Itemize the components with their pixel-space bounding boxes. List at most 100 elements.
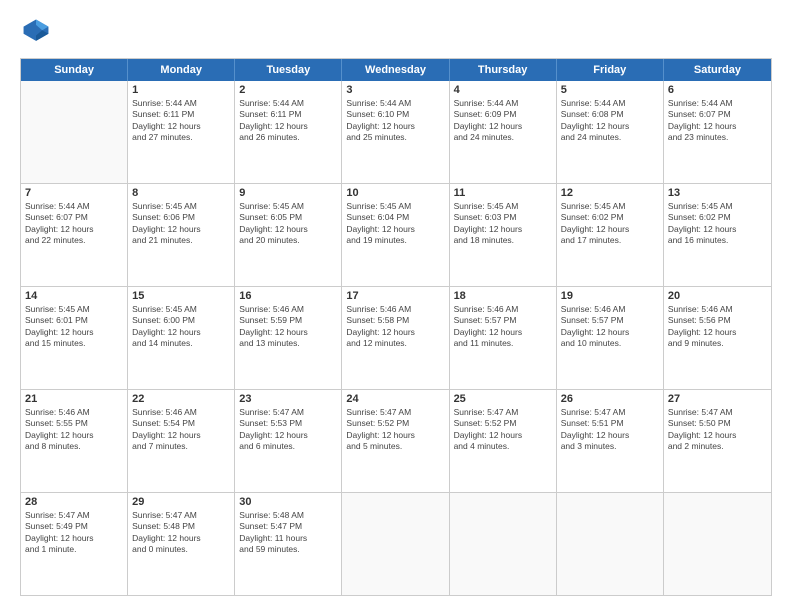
day-number: 20 [668, 290, 767, 302]
day-number: 14 [25, 290, 123, 302]
day-number: 30 [239, 496, 337, 508]
day-number: 4 [454, 84, 552, 96]
day-info: Sunrise: 5:47 AM Sunset: 5:48 PM Dayligh… [132, 510, 230, 556]
day-number: 23 [239, 393, 337, 405]
calendar-cell: 10 Sunrise: 5:45 AM Sunset: 6:04 PM Dayli… [342, 184, 449, 286]
day-info: Sunrise: 5:47 AM Sunset: 5:51 PM Dayligh… [561, 407, 659, 453]
header [20, 16, 772, 48]
calendar-week-row: 21Sunrise: 5:46 AM Sunset: 5:55 PM Dayli… [21, 389, 771, 492]
calendar-header: SundayMondayTuesdayWednesdayThursdayFrid… [21, 59, 771, 81]
day-number: 26 [561, 393, 659, 405]
day-info: Sunrise: 5:44 AM Sunset: 6:07 PM Dayligh… [668, 98, 767, 144]
day-info: Sunrise: 5:47 AM Sunset: 5:50 PM Dayligh… [668, 407, 767, 453]
calendar-cell: 7Sunrise: 5:44 AM Sunset: 6:07 PM Daylig… [21, 184, 128, 286]
day-number: 3 [346, 84, 444, 96]
calendar-cell: 3 Sunrise: 5:44 AM Sunset: 6:10 PM Daylig… [342, 81, 449, 183]
calendar-cell: 18 Sunrise: 5:46 AM Sunset: 5:57 PM Dayli… [450, 287, 557, 389]
day-info: Sunrise: 5:47 AM Sunset: 5:53 PM Dayligh… [239, 407, 337, 453]
calendar-cell: 15 Sunrise: 5:45 AM Sunset: 6:00 PM Dayli… [128, 287, 235, 389]
calendar-cell [21, 81, 128, 183]
day-info: Sunrise: 5:47 AM Sunset: 5:52 PM Dayligh… [454, 407, 552, 453]
calendar-day-header: Wednesday [342, 59, 449, 81]
day-number: 13 [668, 187, 767, 199]
calendar-cell: 23 Sunrise: 5:47 AM Sunset: 5:53 PM Dayli… [235, 390, 342, 492]
calendar-cell: 28 Sunrise: 5:47 AM Sunset: 5:49 PM Dayli… [21, 493, 128, 595]
day-info: Sunrise: 5:45 AM Sunset: 6:06 PM Dayligh… [132, 201, 230, 247]
day-info: Sunrise: 5:46 AM Sunset: 5:57 PM Dayligh… [561, 304, 659, 350]
calendar-cell [557, 493, 664, 595]
day-number: 18 [454, 290, 552, 302]
day-info: Sunrise: 5:48 AM Sunset: 5:47 PM Dayligh… [239, 510, 337, 556]
calendar-cell: 27 Sunrise: 5:47 AM Sunset: 5:50 PM Dayli… [664, 390, 771, 492]
day-number: 22 [132, 393, 230, 405]
calendar-day-header: Tuesday [235, 59, 342, 81]
day-number: 15 [132, 290, 230, 302]
logo [20, 16, 56, 48]
day-info: Sunrise: 5:46 AM Sunset: 5:59 PM Dayligh… [239, 304, 337, 350]
day-info: Sunrise: 5:44 AM Sunset: 6:08 PM Dayligh… [561, 98, 659, 144]
calendar-week-row: 14 Sunrise: 5:45 AM Sunset: 6:01 PM Dayli… [21, 286, 771, 389]
calendar-day-header: Thursday [450, 59, 557, 81]
calendar-week-row: 7Sunrise: 5:44 AM Sunset: 6:07 PM Daylig… [21, 183, 771, 286]
calendar-day-header: Saturday [664, 59, 771, 81]
day-info: Sunrise: 5:47 AM Sunset: 5:52 PM Dayligh… [346, 407, 444, 453]
day-number: 2 [239, 84, 337, 96]
calendar-cell: 8Sunrise: 5:45 AM Sunset: 6:06 PM Daylig… [128, 184, 235, 286]
day-info: Sunrise: 5:44 AM Sunset: 6:11 PM Dayligh… [239, 98, 337, 144]
day-number: 6 [668, 84, 767, 96]
calendar-body: 1 Sunrise: 5:44 AM Sunset: 6:11 PM Daylig… [21, 81, 771, 595]
calendar-day-header: Friday [557, 59, 664, 81]
calendar-cell: 4Sunrise: 5:44 AM Sunset: 6:09 PM Daylig… [450, 81, 557, 183]
calendar-day-header: Sunday [21, 59, 128, 81]
calendar-cell: 20 Sunrise: 5:46 AM Sunset: 5:56 PM Dayli… [664, 287, 771, 389]
day-info: Sunrise: 5:46 AM Sunset: 5:56 PM Dayligh… [668, 304, 767, 350]
calendar-cell: 9 Sunrise: 5:45 AM Sunset: 6:05 PM Daylig… [235, 184, 342, 286]
day-info: Sunrise: 5:45 AM Sunset: 6:01 PM Dayligh… [25, 304, 123, 350]
day-info: Sunrise: 5:47 AM Sunset: 5:49 PM Dayligh… [25, 510, 123, 556]
calendar-cell: 12 Sunrise: 5:45 AM Sunset: 6:02 PM Dayli… [557, 184, 664, 286]
calendar-cell: 2 Sunrise: 5:44 AM Sunset: 6:11 PM Daylig… [235, 81, 342, 183]
calendar-cell: 11 Sunrise: 5:45 AM Sunset: 6:03 PM Dayli… [450, 184, 557, 286]
day-info: Sunrise: 5:46 AM Sunset: 5:57 PM Dayligh… [454, 304, 552, 350]
calendar-cell: 5Sunrise: 5:44 AM Sunset: 6:08 PM Daylig… [557, 81, 664, 183]
day-info: Sunrise: 5:44 AM Sunset: 6:10 PM Dayligh… [346, 98, 444, 144]
calendar-cell: 13 Sunrise: 5:45 AM Sunset: 6:02 PM Dayli… [664, 184, 771, 286]
calendar-cell: 1 Sunrise: 5:44 AM Sunset: 6:11 PM Daylig… [128, 81, 235, 183]
calendar-cell: 19 Sunrise: 5:46 AM Sunset: 5:57 PM Dayli… [557, 287, 664, 389]
day-number: 16 [239, 290, 337, 302]
day-info: Sunrise: 5:45 AM Sunset: 6:04 PM Dayligh… [346, 201, 444, 247]
calendar-week-row: 1 Sunrise: 5:44 AM Sunset: 6:11 PM Daylig… [21, 81, 771, 183]
calendar-cell: 30 Sunrise: 5:48 AM Sunset: 5:47 PM Dayli… [235, 493, 342, 595]
calendar-cell: 6 Sunrise: 5:44 AM Sunset: 6:07 PM Daylig… [664, 81, 771, 183]
day-info: Sunrise: 5:46 AM Sunset: 5:58 PM Dayligh… [346, 304, 444, 350]
day-number: 28 [25, 496, 123, 508]
day-number: 10 [346, 187, 444, 199]
calendar-cell: 16 Sunrise: 5:46 AM Sunset: 5:59 PM Dayli… [235, 287, 342, 389]
day-number: 11 [454, 187, 552, 199]
day-info: Sunrise: 5:44 AM Sunset: 6:07 PM Dayligh… [25, 201, 123, 247]
day-info: Sunrise: 5:45 AM Sunset: 6:00 PM Dayligh… [132, 304, 230, 350]
calendar-cell: 25 Sunrise: 5:47 AM Sunset: 5:52 PM Dayli… [450, 390, 557, 492]
day-number: 9 [239, 187, 337, 199]
calendar-week-row: 28 Sunrise: 5:47 AM Sunset: 5:49 PM Dayli… [21, 492, 771, 595]
day-info: Sunrise: 5:45 AM Sunset: 6:02 PM Dayligh… [668, 201, 767, 247]
calendar-cell: 26 Sunrise: 5:47 AM Sunset: 5:51 PM Dayli… [557, 390, 664, 492]
day-number: 24 [346, 393, 444, 405]
day-number: 25 [454, 393, 552, 405]
calendar-cell: 24 Sunrise: 5:47 AM Sunset: 5:52 PM Dayli… [342, 390, 449, 492]
page: SundayMondayTuesdayWednesdayThursdayFrid… [0, 0, 792, 612]
day-number: 19 [561, 290, 659, 302]
calendar: SundayMondayTuesdayWednesdayThursdayFrid… [20, 58, 772, 596]
calendar-cell [450, 493, 557, 595]
day-info: Sunrise: 5:45 AM Sunset: 6:03 PM Dayligh… [454, 201, 552, 247]
day-number: 1 [132, 84, 230, 96]
day-number: 12 [561, 187, 659, 199]
day-info: Sunrise: 5:44 AM Sunset: 6:11 PM Dayligh… [132, 98, 230, 144]
day-info: Sunrise: 5:46 AM Sunset: 5:55 PM Dayligh… [25, 407, 123, 453]
day-number: 29 [132, 496, 230, 508]
day-info: Sunrise: 5:45 AM Sunset: 6:05 PM Dayligh… [239, 201, 337, 247]
day-info: Sunrise: 5:45 AM Sunset: 6:02 PM Dayligh… [561, 201, 659, 247]
logo-icon [20, 16, 52, 48]
calendar-cell: 22Sunrise: 5:46 AM Sunset: 5:54 PM Dayli… [128, 390, 235, 492]
day-number: 27 [668, 393, 767, 405]
